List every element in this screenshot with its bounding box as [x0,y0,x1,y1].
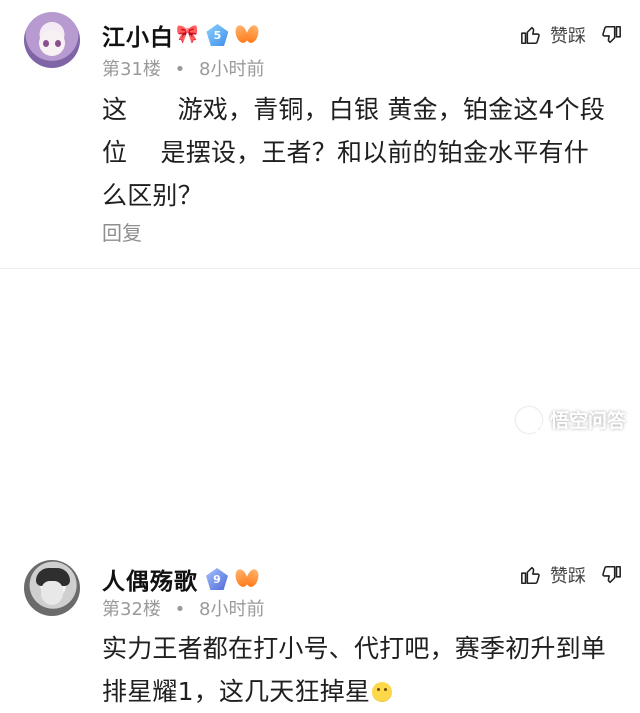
lungs-icon [236,25,258,45]
bow-icon: 🎀 [176,24,199,45]
watermark: 悟空问答 [515,406,626,433]
thumb-up-icon[interactable] [520,564,542,586]
comment-content: 这 游戏，青铜，白银 黄金，铂金这4个段 位 是摆设，王者？和以前的铂金水平有什… [102,88,617,217]
sweat-smile-icon [372,682,393,702]
thumb-up-svg [521,566,540,585]
content-line-with-emoji: 排星耀1，这几天狂掉星 [102,670,617,713]
comment-content: 实力王者都在打小号、代打吧，赛季初升到单 排星耀1，这几天狂掉星 [102,627,617,713]
thumb-down-icon[interactable] [600,564,622,586]
like-control[interactable]: 赞踩 [520,22,586,48]
search-logo-icon [515,406,542,433]
avatar[interactable] [24,12,80,68]
level-number: 5 [213,28,222,42]
comment-meta: 第31楼 • 8小时前 [102,55,264,81]
lungs-icon [236,569,258,589]
floor-number: 第31楼 [102,59,161,80]
meta-dot: • [174,59,186,80]
content-line: 实力王者都在打小号、代打吧，赛季初升到单 [102,634,607,663]
content-line: 么区别？ [102,181,203,210]
comment-header: 人偶殇歌 9 [102,562,258,596]
username[interactable]: 人偶殇歌 [102,562,198,596]
username[interactable]: 江小白 [102,18,174,52]
thumb-up-svg [521,26,540,45]
content-line: 这 游戏，青铜，白银 黄金，铂金这4个段 [102,95,606,124]
level-badge-icon: 5 [206,24,229,46]
thumb-down-icon[interactable] [600,24,622,46]
avatar-eye-right [55,40,61,47]
timestamp: 8小时前 [199,599,265,620]
floor-number: 第32楼 [102,599,161,620]
comment-actions: 赞踩 [520,562,622,588]
like-control[interactable]: 赞踩 [520,562,586,588]
reply-button[interactable]: 回复 [102,217,142,246]
comment-actions: 赞踩 [520,22,622,48]
thumb-down-svg [602,25,621,44]
avatar[interactable] [24,560,80,616]
content-line: 位 是摆设，王者？和以前的铂金水平有什 [102,138,589,167]
thumb-down-svg [602,565,621,584]
content-line: 排星耀1，这几天狂掉星 [102,677,371,706]
meta-dot: • [174,599,186,620]
comment-header: 江小白 🎀 5 [102,18,258,52]
like-label[interactable]: 赞踩 [550,22,586,48]
avatar-eye-left [43,40,49,47]
watermark-text: 悟空问答 [549,410,626,432]
comment-1: 江小白 🎀 5 第31楼 • 8小时前 赞踩 这 游戏，青铜，白银 黄金，铂金这… [0,0,640,270]
avatar-face [41,581,63,605]
comment-meta: 第32楼 • 8小时前 [102,595,264,621]
level-badge-icon: 9 [206,568,228,590]
like-label[interactable]: 赞踩 [550,562,586,588]
timestamp: 8小时前 [199,59,265,80]
thumb-up-icon[interactable] [520,24,542,46]
divider [0,268,640,269]
level-number: 9 [213,572,221,586]
